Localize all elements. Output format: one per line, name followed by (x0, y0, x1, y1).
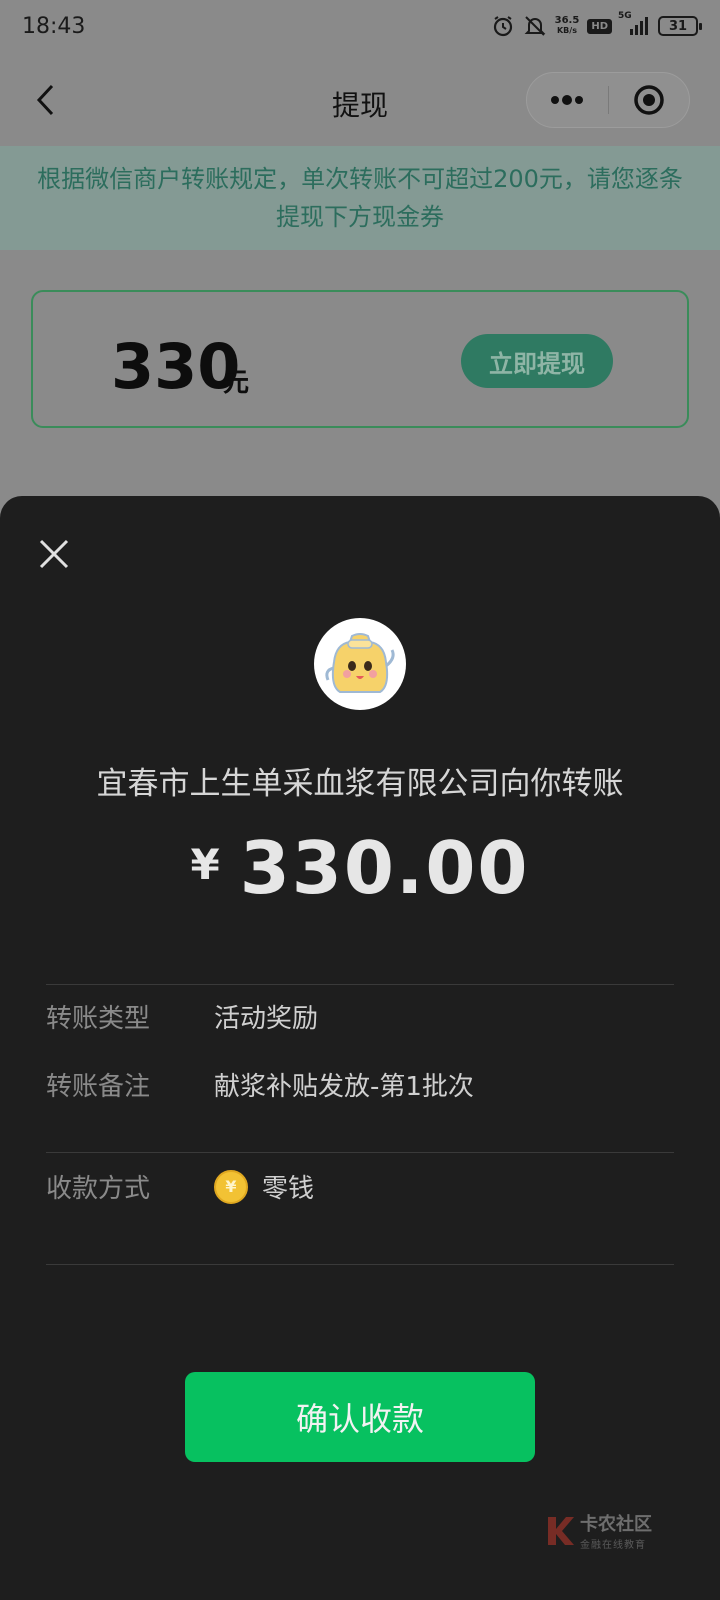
close-icon (39, 539, 69, 569)
battery-level: 31 (668, 18, 688, 34)
withdraw-notice: 根据微信商户转账规定，单次转账不可超过200元，请您逐条提现下方现金券 (0, 146, 720, 250)
nav-bar: 提现 (0, 56, 720, 146)
close-sheet-button[interactable] (36, 536, 72, 572)
voucher-amount: 330 (111, 330, 241, 403)
change-coin-icon: ¥ (214, 1169, 248, 1204)
detail-value: 献浆补贴发放-第1批次 (214, 1072, 474, 1102)
withdraw-now-button[interactable]: 立即提现 (461, 334, 613, 388)
target-icon (634, 85, 664, 115)
amount-value: 330.00 (239, 826, 530, 910)
close-miniprogram-button[interactable] (609, 72, 690, 128)
payment-method-text: 零钱 (262, 1174, 315, 1204)
payment-method-label: 收款方式 (46, 1174, 151, 1204)
detail-label: 转账类型 (46, 1004, 151, 1034)
detail-label: 转账备注 (46, 1072, 151, 1102)
mute-bell-icon (523, 14, 547, 38)
detail-value: 活动奖励 (214, 1004, 319, 1034)
network-speed: 36.5 KB/s (555, 16, 580, 36)
transfer-sheet: 宜春市上生单采血浆有限公司向你转账 ¥330.00 转账类型 活动奖励 转账备注… (0, 496, 720, 1600)
network-speed-value: 36.5 (554, 15, 580, 26)
watermark-title: 卡农社区 (580, 1514, 652, 1535)
kanong-logo-icon (548, 1516, 574, 1545)
network-type: 5G (618, 11, 632, 21)
alarm-icon (491, 14, 515, 38)
divider (46, 984, 674, 985)
currency-symbol: ¥ (190, 840, 220, 889)
transfer-amount: ¥330.00 (0, 826, 720, 910)
mascot-avatar-icon (325, 633, 395, 693)
payment-method-value: ¥ 零钱 (214, 1168, 314, 1205)
status-icons: 36.5 KB/s HD 5G 31 (491, 11, 702, 38)
signal-icon: 5G (618, 11, 650, 37)
voucher-unit: 元 (223, 368, 250, 398)
payer-description: 宜春市上生单采血浆有限公司向你转账 (96, 766, 624, 802)
watermark: 卡农社区 金融在线教育 (544, 1510, 652, 1551)
battery-icon: 31 (658, 16, 702, 36)
more-button[interactable] (527, 72, 608, 128)
miniprogram-capsule (526, 72, 690, 128)
network-speed-unit: KB/s (556, 26, 577, 35)
divider (46, 1264, 674, 1265)
status-bar: 18:43 36.5 KB/s HD 5G 31 (0, 0, 720, 56)
status-time: 18:43 (22, 14, 86, 39)
hd-badge: HD (587, 18, 612, 34)
cash-voucher-card: 330 元 立即提现 (31, 290, 689, 428)
more-dots-icon (551, 95, 584, 105)
watermark-subtitle: 金融在线教育 (580, 1540, 646, 1551)
divider (46, 1152, 674, 1153)
confirm-receipt-button[interactable]: 确认收款 (185, 1372, 535, 1462)
payer-avatar (314, 618, 406, 710)
